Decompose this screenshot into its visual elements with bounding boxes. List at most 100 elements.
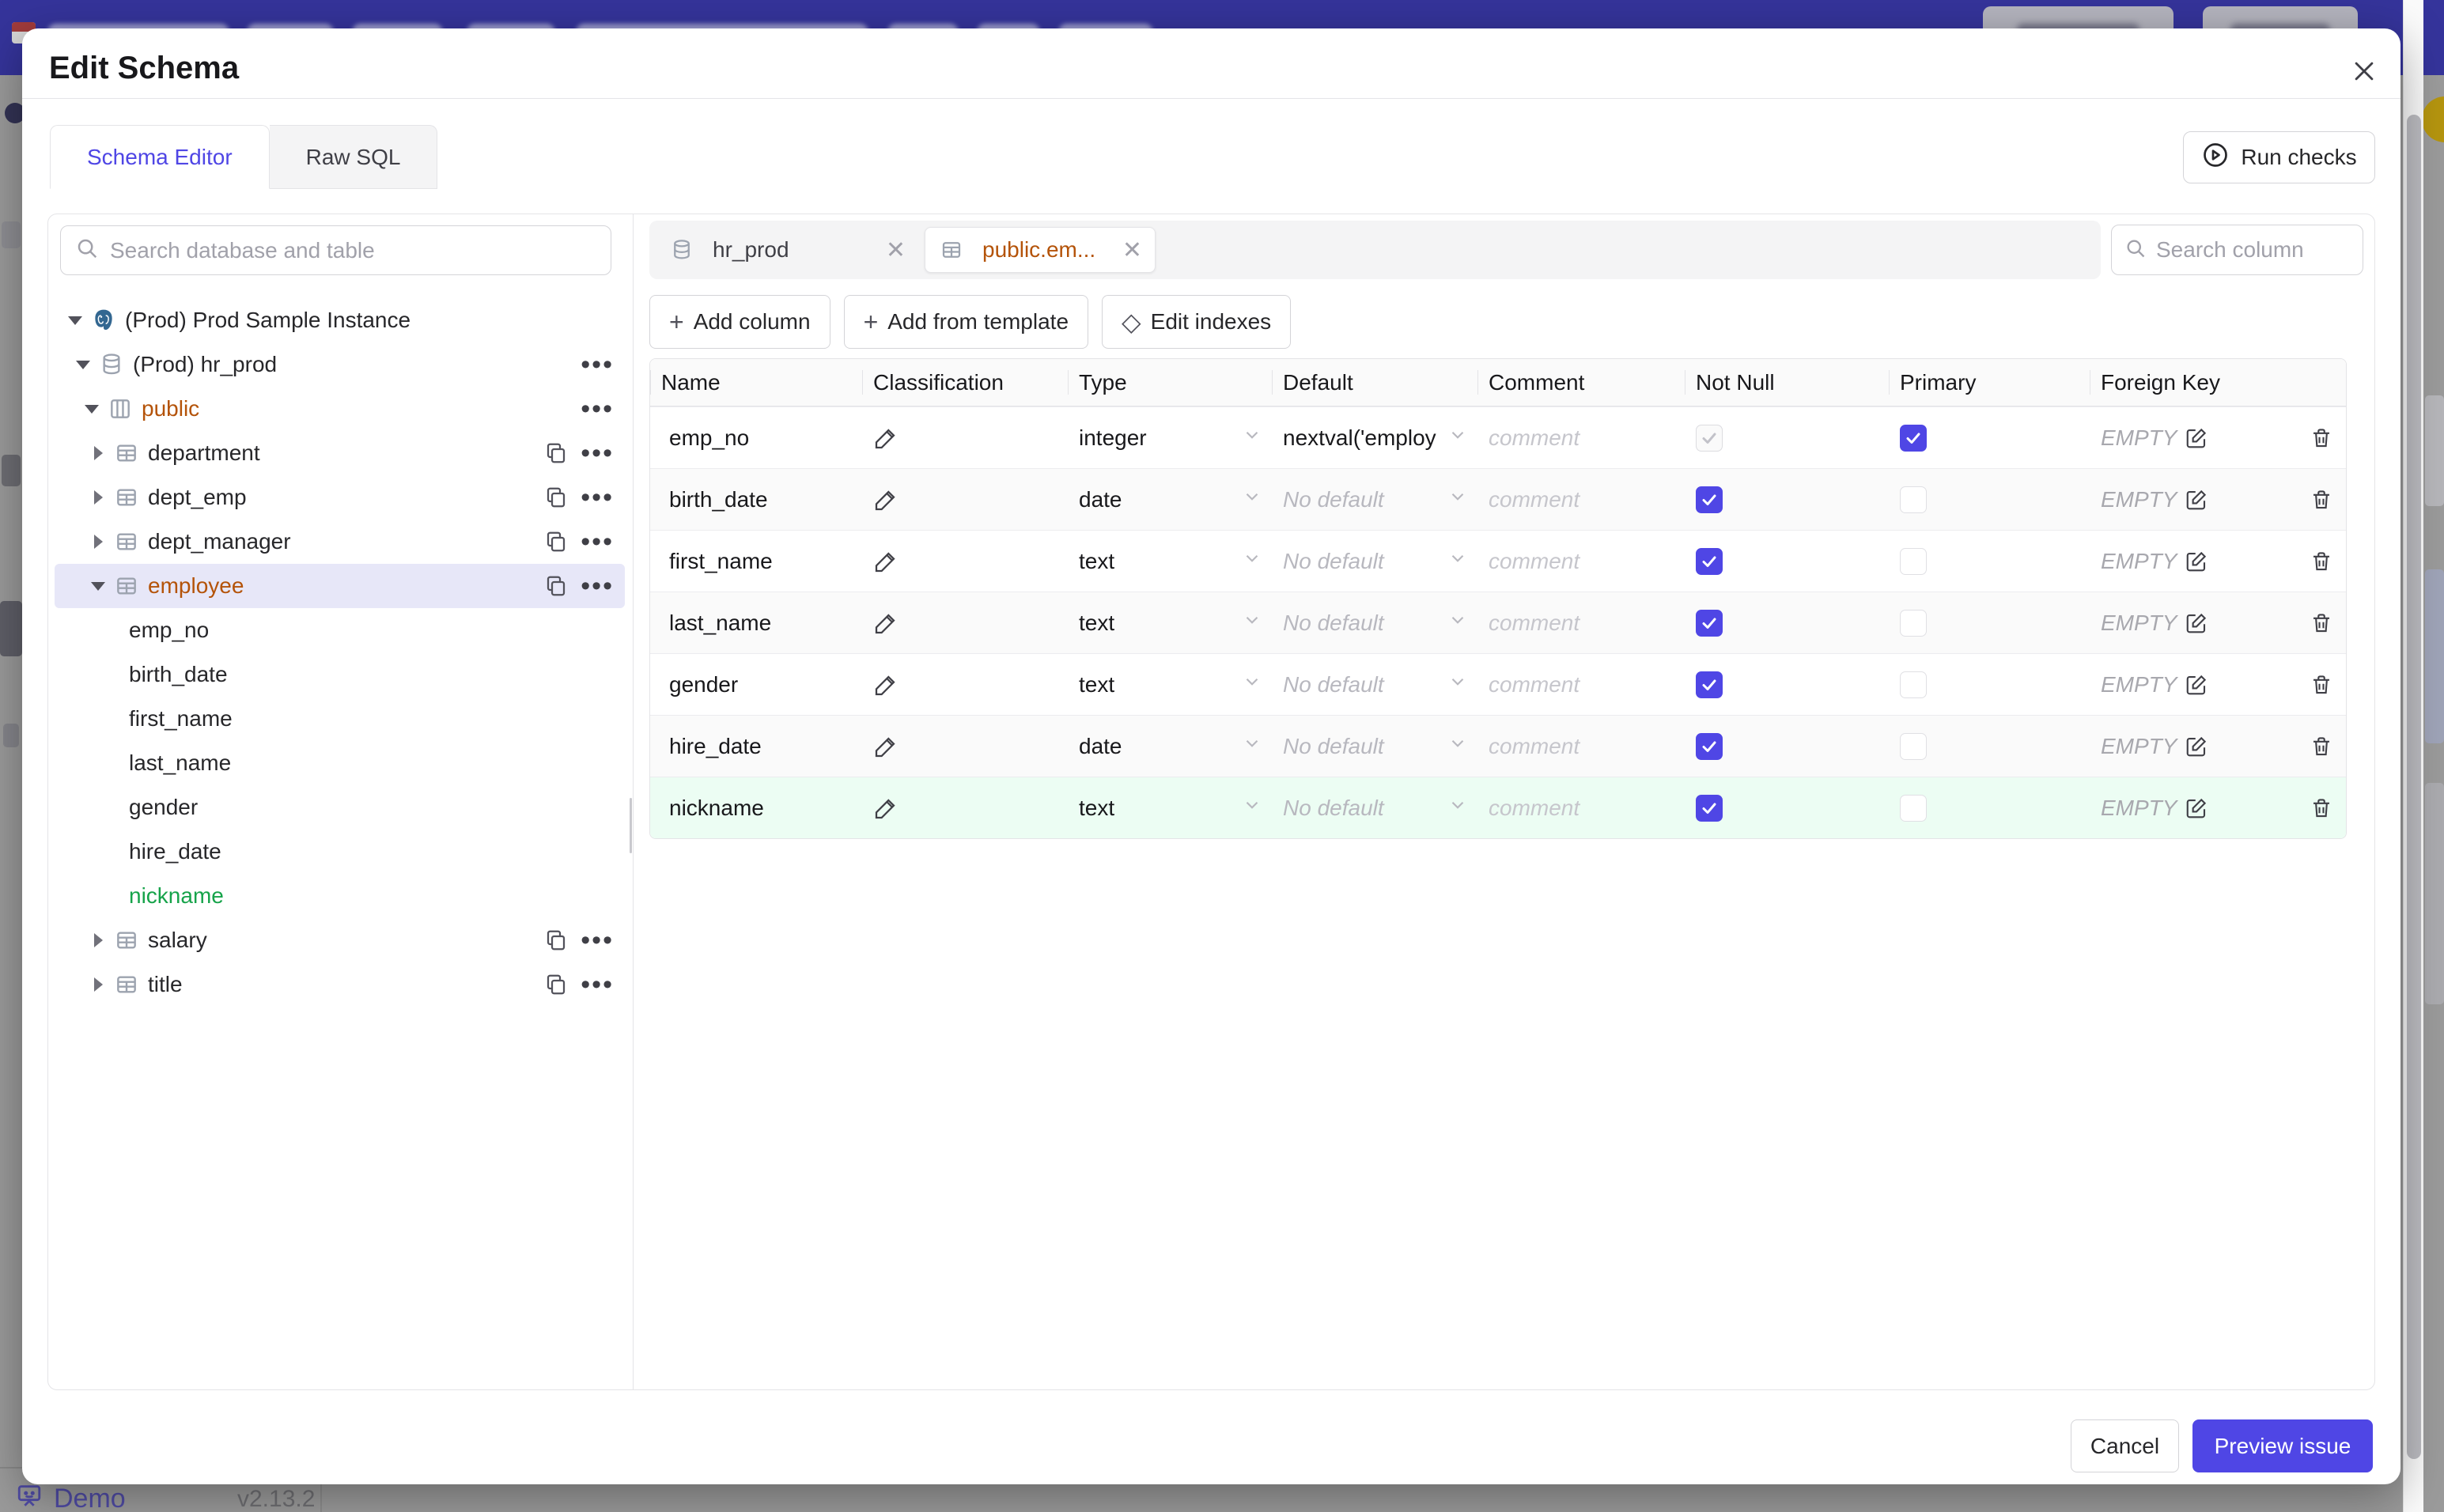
primary-checkbox[interactable] [1900,424,1927,452]
cancel-button[interactable]: Cancel [2071,1419,2179,1472]
more-icon[interactable]: ••• [581,351,614,378]
not-null-checkbox[interactable] [1696,794,1723,822]
tree-item[interactable]: (Prod) hr_prod ••• [55,342,625,387]
primary-checkbox[interactable] [1900,486,1927,513]
tree-item[interactable]: public ••• [55,387,625,431]
edit-icon[interactable] [2185,796,2208,820]
pencil-icon[interactable] [873,487,899,512]
tab[interactable]: Schema Editor [50,125,270,189]
tree-item[interactable]: hire_date ••• [55,830,625,874]
close-icon[interactable]: ✕ [886,236,906,264]
copy-icon[interactable] [544,574,568,598]
chevron-down-icon[interactable] [66,316,84,325]
not-null-checkbox[interactable] [1696,424,1723,452]
column-name[interactable]: emp_no [650,425,862,451]
column-name[interactable]: nickname [650,796,862,821]
edit-icon[interactable] [2185,426,2208,450]
panel-resize-handle[interactable] [626,798,633,853]
type-select[interactable]: text [1068,796,1272,821]
pencil-icon[interactable] [873,549,899,574]
pencil-icon[interactable] [873,734,899,759]
copy-icon[interactable] [544,441,568,465]
preview-issue-button[interactable]: Preview issue [2192,1419,2373,1472]
edit-icon[interactable] [2185,673,2208,697]
toolbar-button[interactable]: + ◇ Edit indexes [1102,295,1292,349]
more-icon[interactable]: ••• [581,440,614,467]
column-name[interactable]: last_name [650,610,862,636]
chevron-down-icon[interactable] [83,404,100,414]
edit-icon[interactable] [2185,735,2208,758]
column-name[interactable]: first_name [650,549,862,574]
default-select[interactable]: No default [1272,796,1477,821]
tree-item[interactable]: emp_no ••• [55,608,625,652]
more-icon[interactable]: ••• [581,971,614,998]
tree-item[interactable]: nickname ••• [55,874,625,918]
pencil-icon[interactable] [873,796,899,821]
pencil-icon[interactable] [873,425,899,451]
tab[interactable]: Raw SQL [269,125,438,189]
tree-item[interactable]: (Prod) Prod Sample Instance ••• [55,298,625,342]
chevron-down-icon[interactable] [89,581,107,591]
not-null-checkbox[interactable] [1696,732,1723,760]
comment-input[interactable]: comment [1477,610,1685,636]
comment-input[interactable]: comment [1477,796,1685,821]
chevron-right-icon[interactable] [89,446,107,460]
primary-checkbox[interactable] [1900,547,1927,575]
more-icon[interactable]: ••• [581,528,614,555]
type-select[interactable]: date [1068,487,1272,512]
tree-item[interactable]: title ••• [55,962,625,1007]
edit-icon[interactable] [2185,488,2208,512]
column-name[interactable]: gender [650,672,862,697]
page-scrollbar-thumb[interactable] [2407,115,2421,1459]
chevron-right-icon[interactable] [89,977,107,992]
type-select[interactable]: text [1068,672,1272,697]
page-scrollbar-track[interactable] [2403,0,2423,1512]
tree-item[interactable]: salary ••• [55,918,625,962]
column-name[interactable]: birth_date [650,487,862,512]
tree-item[interactable]: first_name ••• [55,697,625,741]
primary-checkbox[interactable] [1900,609,1927,637]
copy-icon[interactable] [544,530,568,554]
toolbar-button[interactable]: + ◇ Add from template [843,295,1089,349]
tree-item[interactable]: department ••• [55,431,625,475]
chevron-right-icon[interactable] [89,535,107,549]
comment-input[interactable]: comment [1477,487,1685,512]
tree-item[interactable]: dept_manager ••• [55,520,625,564]
tree-item[interactable]: last_name ••• [55,741,625,785]
tree-item[interactable]: gender ••• [55,785,625,830]
comment-input[interactable]: comment [1477,734,1685,759]
more-icon[interactable]: ••• [581,573,614,599]
trash-icon[interactable] [2310,796,2333,820]
type-select[interactable]: integer [1068,425,1272,451]
primary-checkbox[interactable] [1900,671,1927,698]
not-null-checkbox[interactable] [1696,609,1723,637]
not-null-checkbox[interactable] [1696,547,1723,575]
chevron-down-icon[interactable] [74,360,92,369]
type-select[interactable]: text [1068,549,1272,574]
close-icon[interactable] [2347,54,2382,89]
comment-input[interactable]: comment [1477,672,1685,697]
trash-icon[interactable] [2310,426,2333,450]
tree-item[interactable]: dept_emp ••• [55,475,625,520]
column-search-input[interactable] [2156,237,2350,263]
chevron-right-icon[interactable] [89,490,107,505]
column-name[interactable]: hire_date [650,734,862,759]
run-checks-button[interactable]: Run checks [2183,131,2375,183]
edit-icon[interactable] [2185,611,2208,635]
trash-icon[interactable] [2310,488,2333,512]
type-select[interactable]: date [1068,734,1272,759]
copy-icon[interactable] [544,928,568,952]
chevron-right-icon[interactable] [89,933,107,947]
trash-icon[interactable] [2310,550,2333,573]
default-select[interactable]: No default [1272,672,1477,697]
copy-icon[interactable] [544,486,568,509]
type-select[interactable]: text [1068,610,1272,636]
more-icon[interactable]: ••• [581,927,614,954]
edit-icon[interactable] [2185,550,2208,573]
not-null-checkbox[interactable] [1696,486,1723,513]
selection-chip[interactable]: hr_prod ✕ [656,227,918,273]
comment-input[interactable]: comment [1477,425,1685,451]
default-select[interactable]: No default [1272,734,1477,759]
selection-chip[interactable]: public.em... ✕ [925,227,1156,273]
not-null-checkbox[interactable] [1696,671,1723,698]
